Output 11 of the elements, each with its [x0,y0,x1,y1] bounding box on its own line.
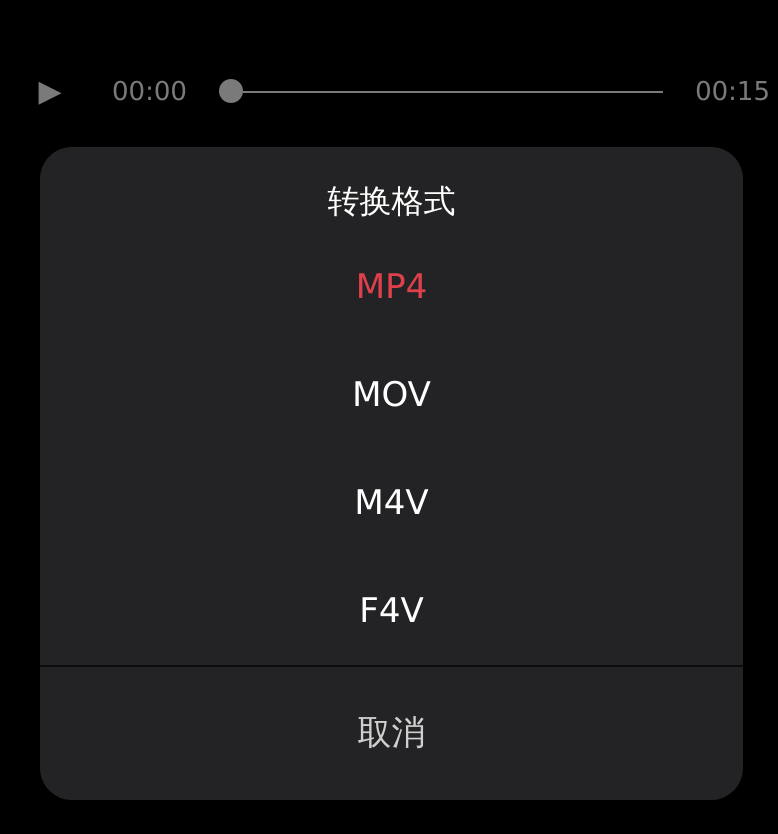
seek-bar[interactable] [218,79,664,105]
format-option[interactable]: MOV [40,341,743,449]
dialog-title: 转换格式 [328,181,456,222]
format-option[interactable]: MP4 [40,233,743,341]
cancel-button[interactable]: 取消 [40,667,743,800]
duration-time: 00:15 [695,76,770,108]
format-option[interactable]: M4V [40,449,743,557]
format-option[interactable]: F4V [40,557,743,665]
seek-thumb[interactable] [218,79,243,103]
play-button[interactable]: ▶ [34,77,66,107]
elapsed-time: 00:00 [112,76,187,108]
